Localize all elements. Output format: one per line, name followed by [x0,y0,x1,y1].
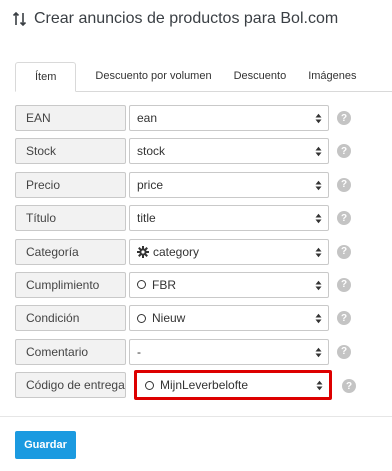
help-icon[interactable]: ? [337,111,351,125]
help-icon[interactable]: ? [337,344,351,359]
field-label: Título [15,205,126,232]
select-arrows-icon [316,380,323,391]
select-arrows-icon [315,313,322,324]
tab-bar: Ítem Descuento por volumen Descuento Imá… [15,62,392,92]
field-select-ean[interactable]: ean [129,105,329,131]
field-row-price: Precio price ? [15,170,360,203]
field-label: Condición [15,305,126,332]
tab-images[interactable]: Imágenes [300,61,366,91]
circle-icon [137,280,146,290]
field-select-category[interactable]: category [129,238,329,265]
circle-icon [145,380,154,390]
select-arrows-icon [315,146,322,157]
field-select-stock[interactable]: stock [129,138,329,165]
field-row-fulfillment: Cumplimiento FBR ? [15,270,360,303]
page-title-text: Crear anuncios de productos para Bol.com [34,10,339,27]
field-row-condition: Condición Nieuw ? [15,303,360,336]
select-arrows-icon [315,280,322,291]
product-form: EAN ean ? Stock stock ? Precio price ? T… [15,103,360,404]
tab-volume-discount[interactable]: Descuento por volumen [76,61,225,91]
help-icon[interactable]: ? [342,379,356,394]
field-label: Categoría [15,238,126,265]
select-value: title [137,211,156,226]
help-icon[interactable]: ? [337,277,351,292]
field-select-delivery-code[interactable]: MijnLeverbelofte [134,370,332,401]
field-select-condition[interactable]: Nieuw [129,305,329,332]
field-row-category: Categoría category ? [15,237,360,270]
field-label: Stock [15,138,126,165]
select-arrows-icon [315,247,322,258]
field-select-fulfillment[interactable]: FBR [129,271,329,298]
field-label: Cumplimiento [15,271,126,298]
select-arrows-icon [315,180,322,191]
select-value: ean [137,111,158,125]
field-select-price[interactable]: price [129,171,329,198]
field-select-comment[interactable]: - [129,338,329,365]
help-icon[interactable]: ? [337,311,351,326]
field-label: Comentario [15,338,126,365]
field-label: Precio [15,171,126,198]
help-icon[interactable]: ? [337,177,351,192]
gear-icon [137,245,149,258]
tab-discount[interactable]: Descuento [226,61,301,91]
field-row-ean: EAN ean ? [15,103,360,136]
field-row-delivery-code: Código de entrega MijnLeverbelofte ? [15,370,360,403]
select-value: price [137,177,164,192]
select-arrows-icon [315,113,322,124]
field-label: Código de entrega [15,372,126,399]
field-row-title: Título title ? [15,203,360,236]
select-arrows-icon [315,213,322,224]
select-value: Nieuw [152,311,186,326]
help-icon[interactable]: ? [337,211,351,226]
select-value: - [137,344,141,359]
field-row-stock: Stock stock ? [15,136,360,169]
divider [0,416,392,417]
field-select-title[interactable]: title [129,205,329,232]
save-button[interactable]: Guardar [15,431,76,459]
help-icon[interactable]: ? [337,144,351,159]
select-value: category [153,244,200,259]
page-title: Crear anuncios de productos para Bol.com [12,6,338,32]
select-value: MijnLeverbelofte [160,378,249,393]
tab-item[interactable]: Ítem [15,62,77,92]
select-arrows-icon [315,347,322,358]
circle-icon [137,313,146,323]
field-row-comment: Comentario - ? [15,337,360,370]
select-value: FBR [152,277,176,292]
field-label: EAN [15,105,126,131]
sort-arrows-icon [12,11,28,27]
select-value: stock [137,144,166,159]
help-icon[interactable]: ? [337,244,351,259]
